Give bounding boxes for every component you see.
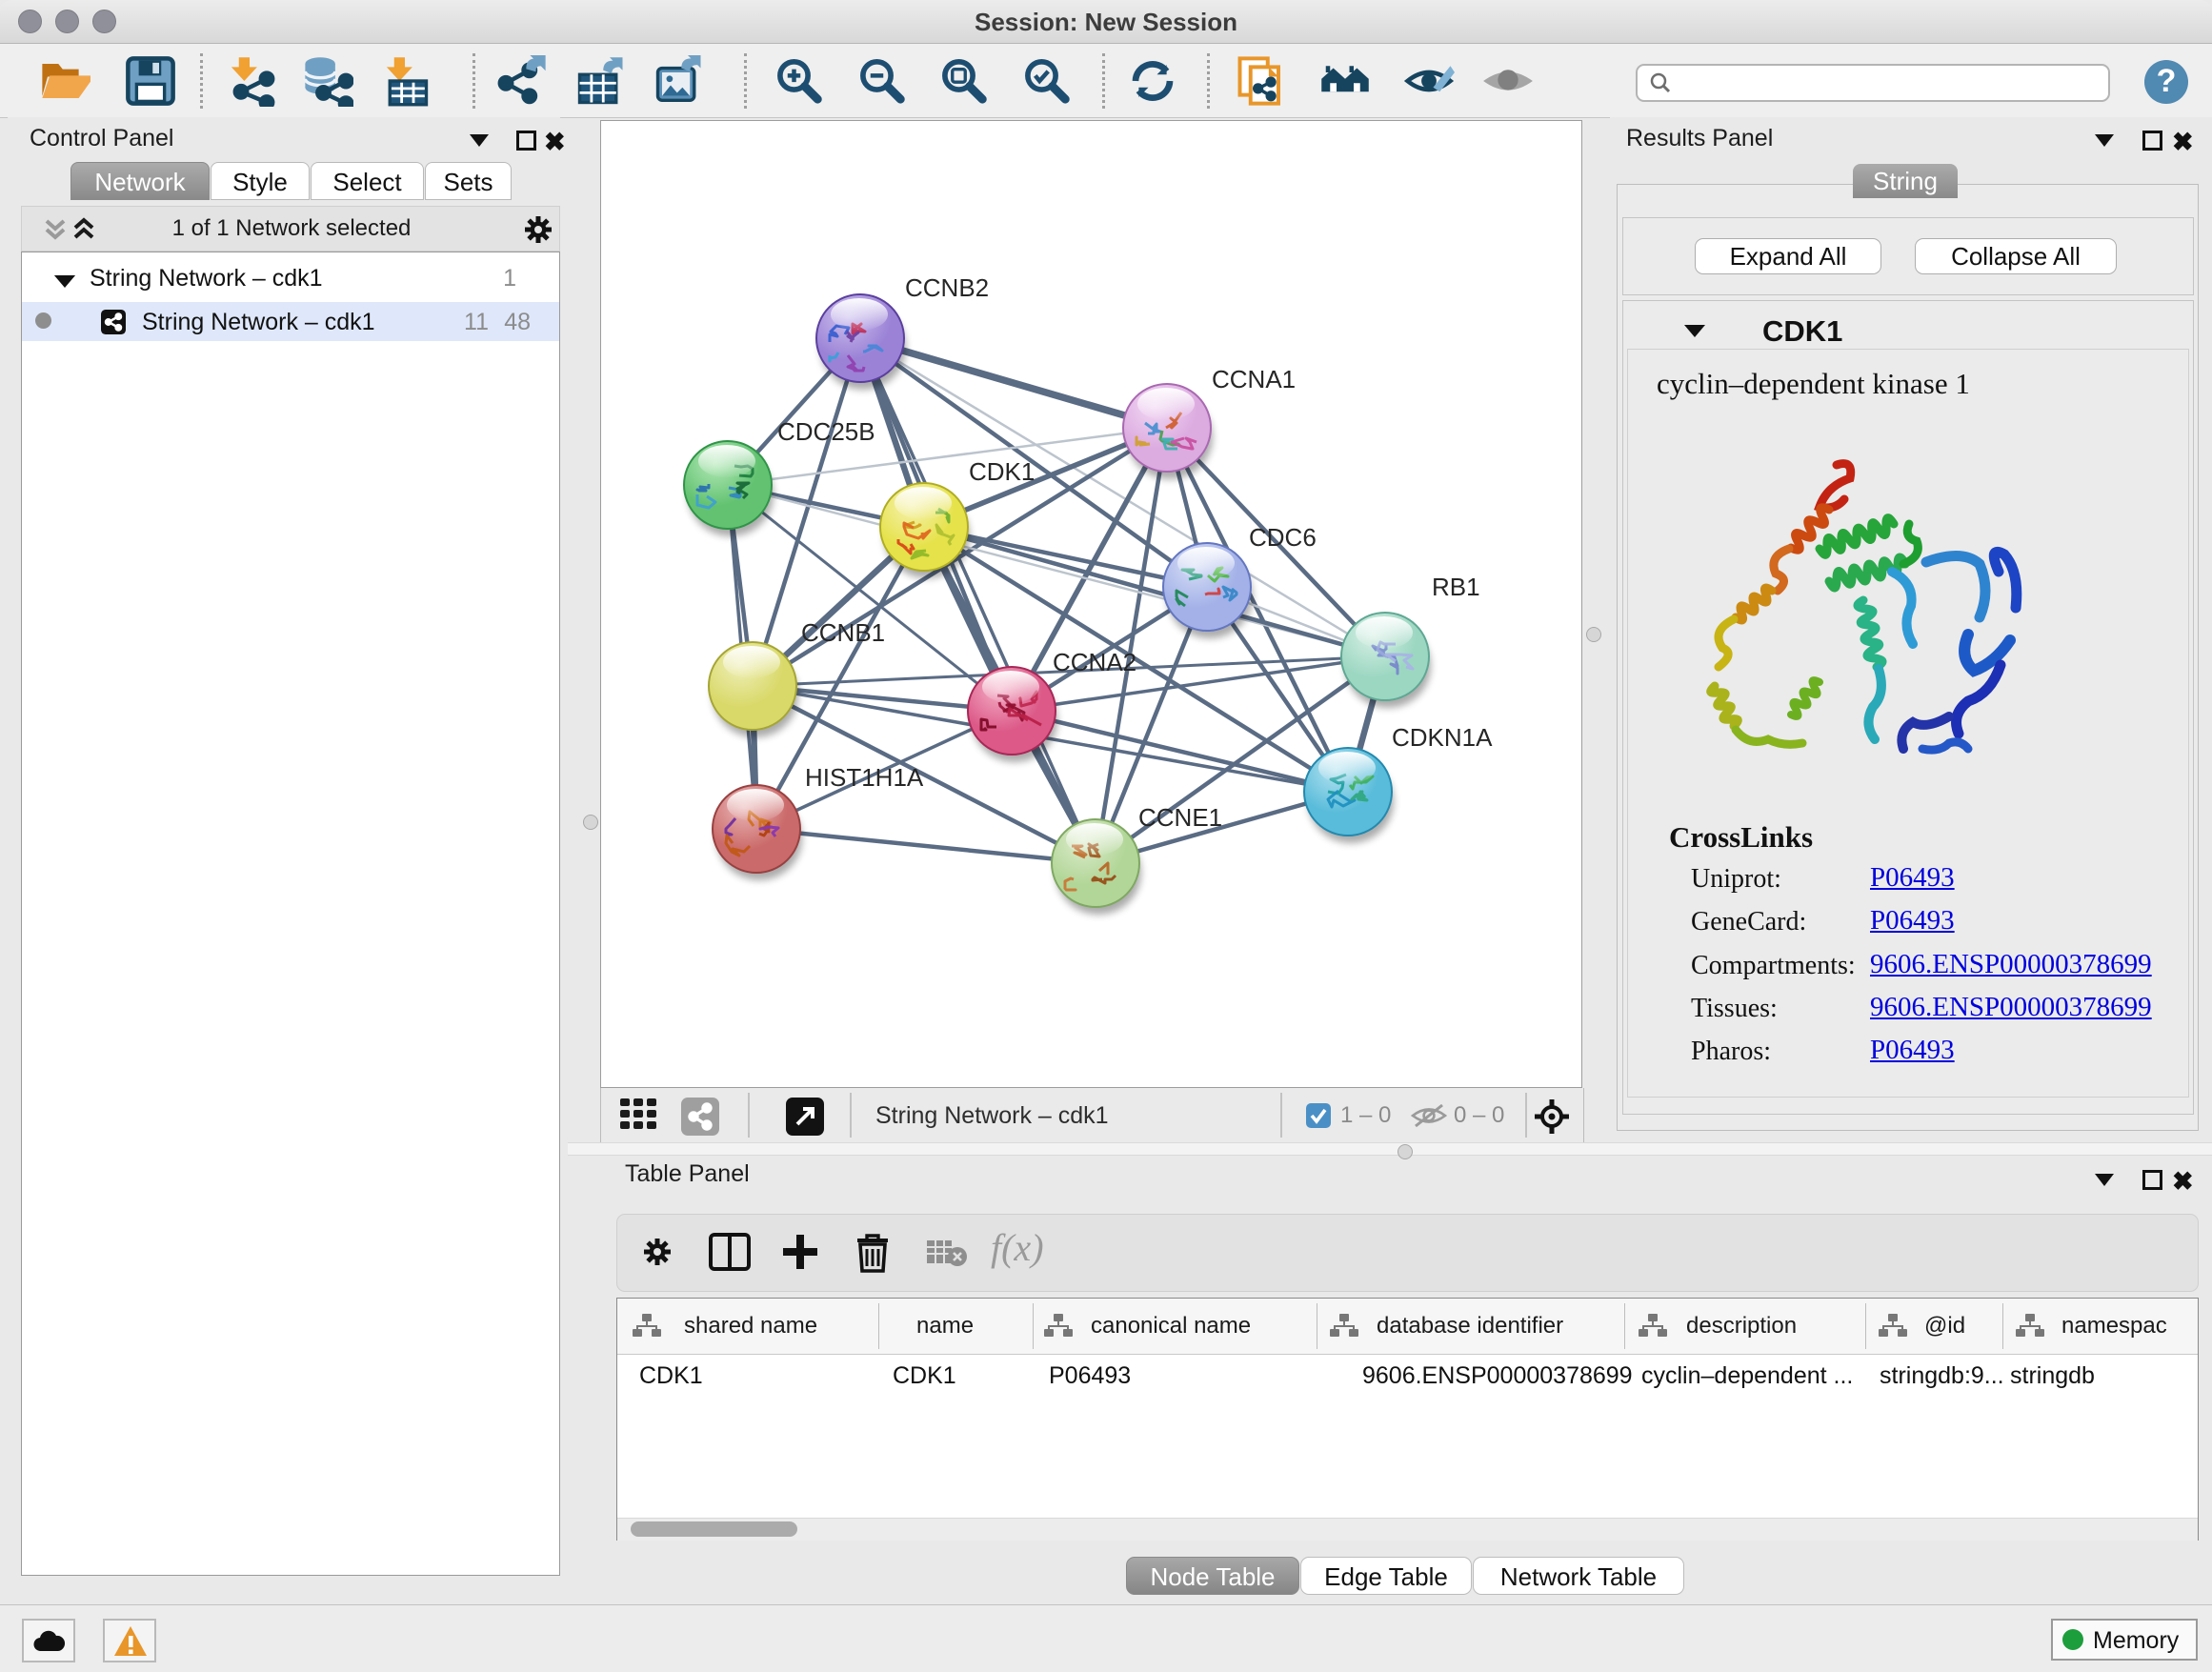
svg-text:CCNA2: CCNA2 [1053, 648, 1136, 676]
svg-text:CDKN1A: CDKN1A [1392, 723, 1493, 752]
svg-text:CDC25B: CDC25B [777, 417, 875, 446]
svg-text:HIST1H1A: HIST1H1A [805, 763, 924, 792]
svg-text:CDK1: CDK1 [969, 457, 1035, 486]
svg-text:CCNB1: CCNB1 [801, 618, 885, 647]
svg-text:?: ? [2157, 63, 2177, 99]
svg-text:CDC6: CDC6 [1249, 523, 1317, 552]
svg-text:CCNA1: CCNA1 [1212, 365, 1296, 393]
svg-text:RB1: RB1 [1432, 573, 1480, 601]
svg-text:CCNE1: CCNE1 [1138, 803, 1222, 832]
svg-text:CCNB2: CCNB2 [905, 273, 989, 302]
